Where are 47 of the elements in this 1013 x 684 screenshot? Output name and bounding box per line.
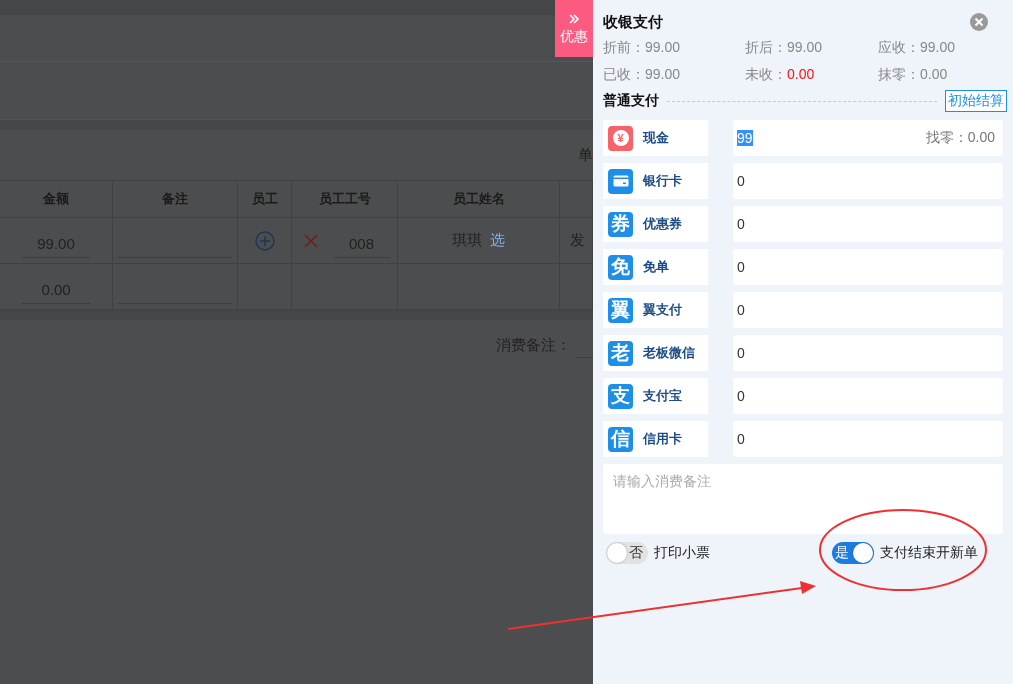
char-icon: 信 xyxy=(608,426,633,452)
payment-method-label[interactable]: 券 优惠券 xyxy=(603,206,708,242)
char-icon: 券 xyxy=(608,211,633,237)
reset-button[interactable]: 初始结算 xyxy=(945,90,1007,112)
amount-input[interactable]: 0 xyxy=(733,163,1003,199)
note-field[interactable]: 请输入消费备注 xyxy=(603,464,1003,534)
payment-method-label[interactable]: 信 信用卡 xyxy=(603,421,708,457)
amount-input[interactable]: 99 找零：0.00 xyxy=(733,120,1003,156)
payment-method-label[interactable]: 支 支付宝 xyxy=(603,378,708,414)
char-icon: 翼 xyxy=(608,297,633,323)
amount-input[interactable]: 0 xyxy=(733,335,1003,371)
toggle-label: 打印小票 xyxy=(654,544,710,562)
summary-value: 0.00 xyxy=(787,66,815,82)
toggle-label: 支付结束开新单 xyxy=(880,544,978,562)
toggle-switch[interactable]: 否 xyxy=(606,542,648,564)
amount-input[interactable]: 0 xyxy=(733,249,1003,285)
select-link[interactable]: 选 xyxy=(490,231,505,250)
double-chevron-icon xyxy=(569,13,579,24)
close-icon xyxy=(970,13,988,31)
amount-input[interactable]: 0 xyxy=(733,421,1003,457)
summary-label: 折前： xyxy=(603,39,645,55)
summary-label: 已收： xyxy=(603,66,645,82)
panel-title: 收银支付 xyxy=(603,12,663,32)
card-icon xyxy=(608,168,633,194)
payment-method-label[interactable]: 老 老板微信 xyxy=(603,335,708,371)
section-title: 普通支付 xyxy=(603,92,659,110)
char-icon: 老 xyxy=(608,340,633,366)
payment-method-label[interactable]: 免 免单 xyxy=(603,249,708,285)
amount-input[interactable]: 0 xyxy=(733,206,1003,242)
char-icon: 免 xyxy=(608,254,633,280)
summary-label: 未收： xyxy=(745,66,787,82)
summary-value: 0.00 xyxy=(920,66,948,82)
payment-method-label[interactable]: 银行卡 xyxy=(603,163,708,199)
summary-label: 应收： xyxy=(878,39,920,55)
summary-value: 99.00 xyxy=(787,39,823,55)
summary-value: 99.00 xyxy=(645,39,681,55)
payment-method-label[interactable]: ¥ 现金 xyxy=(603,120,708,156)
summary-label: 折后： xyxy=(745,39,787,55)
payment-method-label[interactable]: 翼 翼支付 xyxy=(603,292,708,328)
summary-value: 99.00 xyxy=(920,39,956,55)
summary-label: 抹零： xyxy=(878,66,920,82)
amount-input[interactable]: 0 xyxy=(733,378,1003,414)
amount-input[interactable]: 0 xyxy=(733,292,1003,328)
coin-icon: ¥ xyxy=(608,125,633,151)
toggle-switch[interactable]: 是 xyxy=(832,542,874,564)
summary-value: 99.00 xyxy=(645,66,681,82)
char-icon: 支 xyxy=(608,383,633,409)
